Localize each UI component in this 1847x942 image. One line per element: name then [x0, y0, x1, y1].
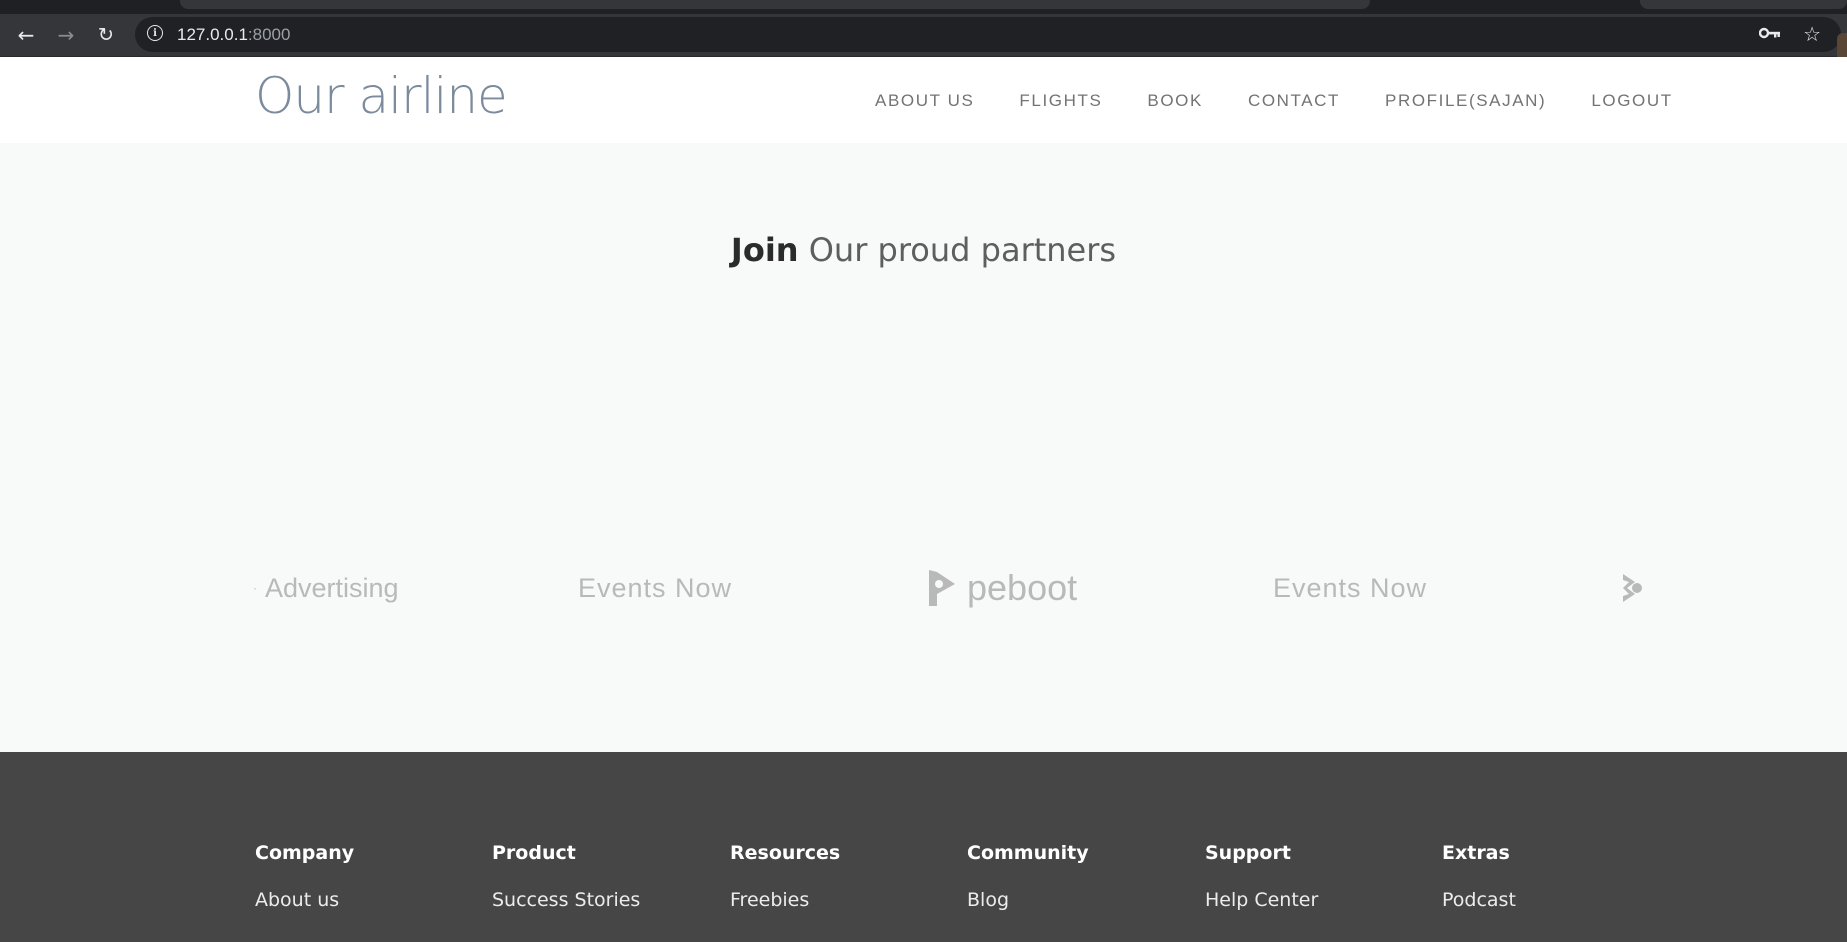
main-nav: ABOUT US FLIGHTS BOOK CONTACT PROFILE(SA…	[875, 91, 1718, 111]
partner-logo-events-now[interactable]: Events Now	[1273, 563, 1427, 613]
key-icon[interactable]	[1758, 24, 1781, 45]
partner-logo-carousel[interactable]: · Advertising Events Now peboot Events No…	[253, 563, 1643, 623]
footer-heading: Community	[967, 842, 1089, 864]
browser-tab-strip	[0, 0, 1847, 14]
address-bar[interactable]: i 127.0.0.1:8000 ☆	[135, 17, 1841, 52]
nav-about-us[interactable]: ABOUT US	[875, 91, 974, 111]
partner-logo-advertising[interactable]: · Advertising	[253, 563, 399, 613]
partners-title: Join Our proud partners	[0, 231, 1847, 269]
info-icon[interactable]: i	[147, 25, 163, 41]
partner-logo-text: Events Now	[1273, 572, 1428, 603]
nav-logout[interactable]: LOGOUT	[1591, 91, 1672, 111]
partial-logo-icon	[1623, 574, 1642, 602]
footer-column-extras: Extras Podcast ​	[1442, 842, 1516, 936]
nav-book[interactable]: BOOK	[1147, 91, 1203, 111]
footer-link[interactable]: Help Center	[1205, 889, 1318, 911]
partners-section: Join Our proud partners · Advertising Eve…	[0, 143, 1847, 752]
footer-link[interactable]: About us	[255, 889, 354, 911]
footer-link-partial[interactable]: ​	[1205, 924, 1318, 936]
nav-profile[interactable]: PROFILE(SAJAN)	[1385, 91, 1546, 111]
footer-column-company: Company About us ​	[255, 842, 354, 936]
footer-link-partial[interactable]: ​	[967, 924, 1089, 936]
site-header: Our airline ABOUT US FLIGHTS BOOK CONTAC…	[0, 57, 1847, 143]
url-port: :8000	[247, 25, 291, 44]
footer-heading: Support	[1205, 842, 1291, 864]
partner-logo-text: Events Now	[578, 572, 733, 603]
partner-logo-text: Advertising	[265, 572, 399, 603]
footer-link[interactable]: Freebies	[730, 889, 840, 911]
url-host: 127.0.0.1	[177, 25, 248, 44]
partner-logo-peboot[interactable]: peboot	[925, 563, 1077, 613]
footer-column-resources: Resources Freebies ​	[730, 842, 840, 936]
footer-heading: Resources	[730, 842, 841, 864]
partner-logo-partial[interactable]	[1621, 563, 1643, 613]
site-footer: Company About us ​ Product Success Stori…	[0, 752, 1847, 942]
back-arrow-icon[interactable]: ←	[13, 22, 39, 48]
footer-heading: Product	[492, 842, 576, 864]
nav-contact[interactable]: CONTACT	[1248, 91, 1340, 111]
partner-logo-events-now[interactable]: Events Now	[578, 563, 732, 613]
reload-icon[interactable]: ↻	[93, 22, 119, 48]
forward-arrow-icon[interactable]: →	[53, 22, 79, 48]
partner-logo-text: peboot	[967, 567, 1078, 608]
footer-link[interactable]: Success Stories	[492, 889, 640, 911]
footer-column-support: Support Help Center ​	[1205, 842, 1318, 936]
peboot-mark-icon	[929, 570, 955, 606]
footer-link-partial[interactable]: ​	[730, 924, 840, 936]
footer-link[interactable]: Blog	[967, 889, 1089, 911]
partners-title-light: Our proud partners	[808, 231, 1117, 269]
footer-link-partial[interactable]: ​	[255, 924, 354, 936]
footer-link[interactable]: Podcast	[1442, 889, 1516, 911]
site-logo[interactable]: Our airline	[255, 67, 508, 125]
footer-column-product: Product Success Stories ​	[492, 842, 640, 936]
url-text[interactable]: 127.0.0.1:8000	[177, 25, 290, 45]
star-icon[interactable]: ☆	[1803, 22, 1821, 46]
browser-tab[interactable]	[180, 0, 1370, 9]
nav-flights[interactable]: FLIGHTS	[1019, 91, 1102, 111]
footer-column-community: Community Blog ​	[967, 842, 1089, 936]
footer-heading: Company	[255, 842, 355, 864]
partners-title-strong: Join	[730, 231, 799, 269]
footer-heading: Extras	[1442, 842, 1510, 864]
browser-toolbar: ← → ↻ i 127.0.0.1:8000 ☆	[0, 14, 1847, 63]
browser-tab[interactable]	[1640, 0, 1847, 9]
footer-link-partial[interactable]: ​	[1442, 924, 1516, 936]
footer-link-partial[interactable]: ​	[492, 924, 640, 936]
